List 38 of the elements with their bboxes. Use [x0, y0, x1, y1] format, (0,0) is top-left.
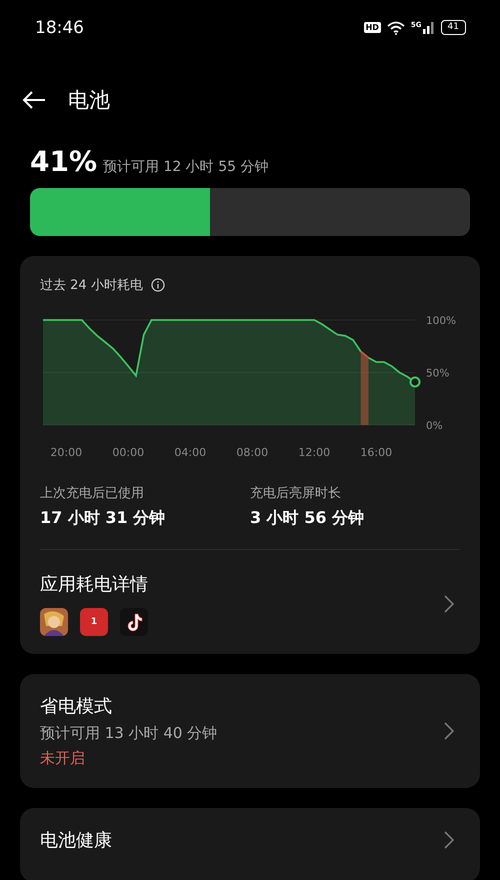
- end-point-marker: [410, 376, 420, 388]
- info-icon[interactable]: [150, 278, 165, 292]
- axis-tick-label: 20:00: [50, 446, 82, 459]
- app-usage-title[interactable]: 应用耗电详情: [40, 572, 148, 596]
- axis-tick-label: 08:00: [236, 446, 268, 459]
- stat-value: 3 小时 56 分钟: [250, 508, 366, 529]
- axis-tick-label: 50%: [426, 368, 450, 380]
- stat-label: 充电后亮屏时长: [250, 485, 342, 502]
- axis-tick-label: 12:00: [298, 446, 330, 459]
- battery-health-card[interactable]: 电池健康: [20, 808, 480, 880]
- signal-icon: [422, 22, 435, 34]
- chevron-right-icon: [444, 595, 454, 613]
- clock: 18:46: [35, 18, 84, 38]
- saving-estimate: 预计可用 13 小时 40 分钟: [40, 724, 218, 743]
- wifi-icon: [386, 20, 405, 34]
- stat-value: 17 小时 31 分钟: [40, 508, 166, 529]
- battery-health-title: 电池健康: [40, 829, 112, 852]
- page-title: 电池: [68, 87, 110, 114]
- axis-tick-label: 00:00: [112, 446, 144, 459]
- music-note-icon: [120, 608, 148, 636]
- battery-percent: 41%: [30, 145, 98, 178]
- chart-title: 过去 24 小时耗电: [40, 277, 143, 294]
- axis-tick-label: 16:00: [360, 446, 392, 459]
- stat-label: 上次充电后已使用: [40, 485, 145, 502]
- time-estimate: 预计可用 12 小时 55 分钟: [103, 158, 268, 176]
- axis-tick-label: 0%: [426, 420, 443, 432]
- saving-status: 未开启: [40, 749, 86, 768]
- axis-tick-label: 04:00: [174, 446, 206, 459]
- axis-tick-label: 100%: [426, 315, 456, 327]
- badge-count: 1: [90, 617, 98, 627]
- chevron-right-icon: [444, 831, 454, 849]
- figure-icon: [40, 608, 68, 636]
- power-saving-card[interactable]: 省电模式 预计可用 13 小时 40 分钟 未开启: [20, 674, 480, 788]
- hd-indicator: HD: [364, 22, 381, 33]
- back-arrow-icon[interactable]: [22, 91, 46, 109]
- power-saving-title: 省电模式: [40, 695, 113, 718]
- battery-indicator: 41: [440, 20, 466, 35]
- chevron-right-icon: [444, 722, 454, 740]
